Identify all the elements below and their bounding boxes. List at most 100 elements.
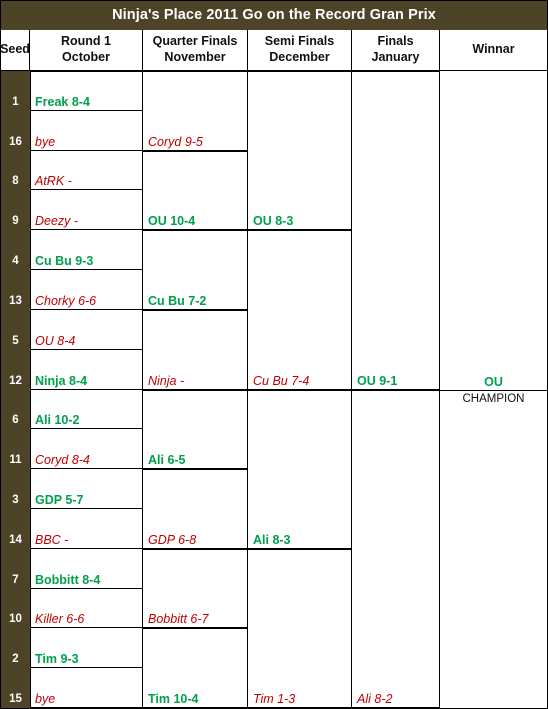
round1-cell-divider	[30, 110, 143, 111]
round1-entry: Ali 10-2	[35, 413, 80, 427]
qf-box-right-edge	[247, 71, 248, 151]
qf-box-bottom	[143, 707, 248, 708]
column-header-line2: December	[269, 50, 330, 64]
qf-box-top	[143, 310, 248, 311]
round1-cell-divider	[30, 189, 143, 190]
round1-cell-divider	[30, 428, 143, 429]
seed-cell: 13	[9, 294, 22, 307]
qf-entry: Bobbitt 6-7	[148, 612, 209, 626]
round1-cell-divider	[30, 508, 143, 509]
finals-box-top	[352, 71, 440, 72]
sf-entry: Tim 1-3	[253, 692, 296, 706]
round1-entry: Bobbitt 8-4	[35, 573, 101, 587]
round1-cell-divider	[30, 548, 143, 549]
round1-entry: BBC -	[35, 533, 69, 547]
seed-cell: 16	[9, 135, 22, 148]
sf-entry: Cu Bu 7-4	[253, 374, 310, 388]
round1-cell-divider	[30, 389, 143, 390]
column-header-line2: January	[371, 50, 420, 64]
sf-box-top	[248, 390, 352, 391]
column-header-line1: Finals	[377, 34, 414, 49]
round1-entry: Freak 8-4	[35, 95, 90, 109]
round1-cell-divider	[30, 468, 143, 469]
round1-entry: AtRK -	[35, 174, 72, 188]
round1-cell-divider	[30, 627, 143, 628]
column-header-line1: Quarter Finals	[152, 34, 238, 49]
finals-entry: Ali 8-2	[357, 692, 393, 706]
column-header-row: Seed Round 1 October Quarter Finals November…	[0, 30, 548, 71]
qf-box-right-edge	[247, 230, 248, 310]
seed-cell: 12	[9, 374, 22, 387]
round1-cell-divider	[30, 269, 143, 270]
seed-cell: 2	[12, 653, 19, 666]
column-header-round-1: Round 1 October	[30, 30, 143, 71]
seed-cell: 4	[12, 255, 19, 268]
finals-entry: OU 9-1	[357, 374, 398, 388]
qf-entry: OU 10-4	[148, 214, 196, 228]
finals-box-right-edge	[439, 71, 440, 390]
sf-box-right-edge	[351, 549, 352, 708]
sf-box-bottom	[248, 707, 352, 708]
finals-box-right-edge	[439, 390, 440, 708]
round1-cell-divider	[30, 349, 143, 350]
tournament-bracket: Ninja's Place 2011 Go on the Record Gran…	[0, 0, 548, 709]
seed-cell: 15	[9, 693, 22, 705]
round1-cell-divider	[30, 707, 143, 708]
column-header-quarter-finals: Quarter Finals November	[143, 30, 248, 71]
column-header-line2: October	[62, 50, 110, 64]
qf-box-top	[143, 469, 248, 470]
sf-box-right-edge	[351, 230, 352, 390]
qf-entry: GDP 6-8	[148, 533, 197, 547]
sf-entry: Ali 8-3	[253, 533, 291, 547]
qf-box-top	[143, 549, 248, 550]
sf-box-top	[248, 549, 352, 550]
qf-entry: Tim 10-4	[148, 692, 199, 706]
column-header-seed: Seed	[0, 30, 30, 71]
finals-box-top	[352, 390, 440, 391]
round1-entry: Coryd 8-4	[35, 453, 90, 467]
column-header-semi-finals: Semi Finals December	[248, 30, 352, 71]
qf-box-right-edge	[247, 390, 248, 469]
sf-box-right-edge	[351, 390, 352, 549]
round1-cell-divider	[30, 588, 143, 589]
sf-box-right-edge	[351, 71, 352, 230]
sf-entry: OU 8-3	[253, 214, 294, 228]
qf-entry: Ali 6-5	[148, 453, 186, 467]
round1-cell-divider	[30, 667, 143, 668]
qf-box-right-edge	[247, 310, 248, 390]
qf-entry: Ninja -	[148, 374, 185, 388]
seed-cell: 8	[12, 175, 19, 188]
page-title: Ninja's Place 2011 Go on the Record Gran…	[0, 0, 548, 30]
round1-entry: bye	[35, 135, 56, 149]
qf-box-top	[143, 628, 248, 629]
qf-box-right-edge	[247, 469, 248, 549]
column-header-line1: Seed	[0, 42, 30, 57]
seed-cell: 11	[9, 454, 22, 467]
qf-box-top	[143, 390, 248, 391]
column-header-line1: Semi Finals	[264, 34, 335, 49]
column-header-line2: November	[164, 50, 226, 64]
seed-cell: 5	[12, 334, 19, 347]
qf-box-right-edge	[247, 628, 248, 708]
round1-entry: Ninja 8-4	[35, 374, 88, 388]
seed-column: 1 16 8 9 4 13 5 12 6 11 3 14 7 10 2 15	[0, 71, 30, 708]
round1-entry: Chorky 6-6	[35, 294, 97, 308]
champion-subtitle: CHAMPION	[462, 393, 525, 405]
round1-entry: OU 8-4	[35, 334, 76, 348]
qf-box-right-edge	[247, 151, 248, 230]
column-header-line1: Round 1	[61, 34, 111, 49]
qf-entry: Cu Bu 7-2	[148, 294, 207, 308]
champion-name: OU	[484, 375, 503, 389]
column-header-line1: Winnar	[472, 42, 515, 57]
seed-cell: 1	[12, 95, 19, 108]
qf-box-top	[143, 230, 248, 231]
seed-cell: 7	[12, 573, 19, 586]
column-header-finals: Finals January	[352, 30, 440, 71]
column-header-winnar: Winnar	[440, 30, 548, 71]
seed-cell: 14	[9, 533, 22, 546]
round1-cell-divider	[30, 309, 143, 310]
round1-entry: bye	[35, 692, 56, 706]
seed-cell: 3	[12, 493, 19, 506]
round1-entry: Deezy -	[35, 214, 79, 228]
qf-box-right-edge	[247, 549, 248, 628]
